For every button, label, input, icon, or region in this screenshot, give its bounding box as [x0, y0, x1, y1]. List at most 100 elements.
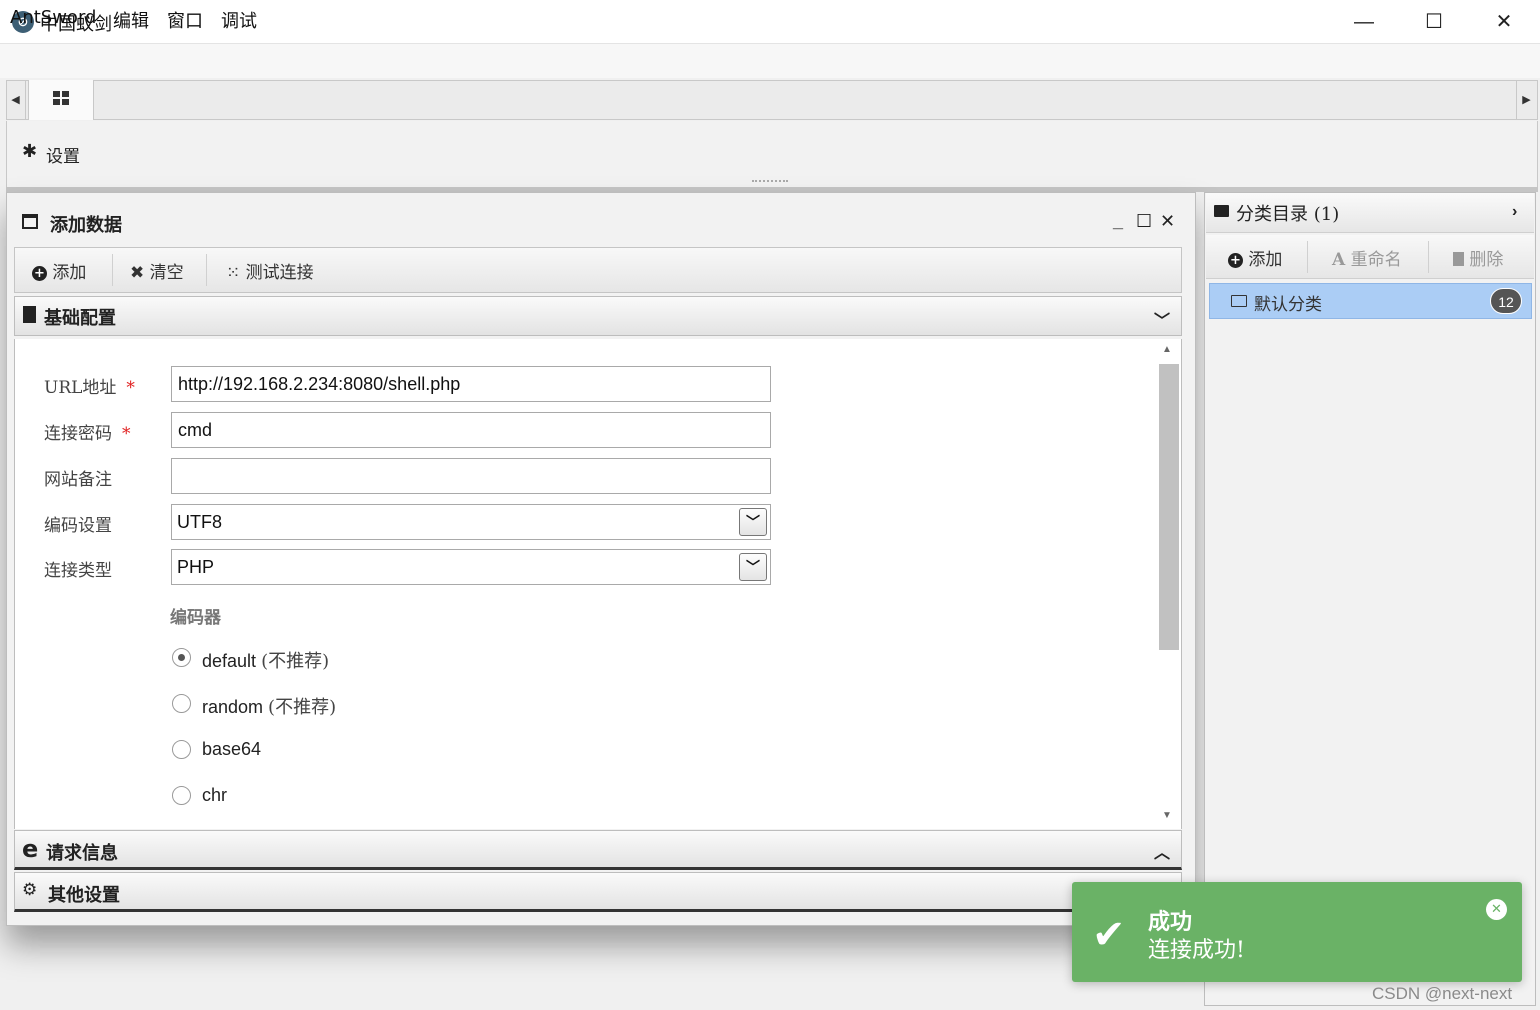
accordion-basic-title: 基础配置	[44, 308, 116, 329]
url-input[interactable]	[171, 366, 771, 402]
category-add-label: 添加	[1248, 250, 1283, 270]
panel-minimize-button[interactable]: _	[1113, 211, 1123, 232]
encoding-label: 编码设置	[44, 516, 112, 536]
folder-icon	[1214, 205, 1229, 217]
spinner-icon: ⁙	[226, 263, 241, 283]
encoder-radio-default[interactable]	[172, 648, 191, 667]
menu-antsword[interactable]: AntSword	[10, 7, 96, 28]
encoder-radio-chr[interactable]	[172, 786, 191, 805]
option-name: default	[202, 651, 257, 671]
scroll-up-icon[interactable]: ▲	[1162, 344, 1172, 355]
encoder-option-chr[interactable]: chr	[202, 785, 227, 806]
encoding-select[interactable]: UTF8 ﹀	[171, 504, 771, 540]
accordion-request-title: 请求信息	[46, 843, 118, 864]
toolbar-divider	[206, 254, 207, 286]
count-badge: 12	[1490, 288, 1522, 314]
gears-icon: ⚙	[22, 880, 38, 899]
password-input[interactable]	[171, 412, 771, 448]
panel-close-button[interactable]: ✕	[1160, 211, 1175, 232]
check-icon: ✔	[1092, 913, 1126, 957]
chevron-down-icon[interactable]: ﹀	[739, 508, 767, 536]
toolbar-divider	[1307, 241, 1308, 273]
gear-icon: ✱	[22, 141, 38, 161]
category-rename-label: 重命名	[1350, 250, 1402, 270]
panel-title: 添加数据	[50, 215, 122, 236]
encoding-select-value: UTF8	[177, 512, 222, 532]
encoder-radio-base64[interactable]	[172, 740, 191, 759]
category-item-label: 默认分类	[1254, 295, 1322, 315]
connection-type-label: 连接类型	[44, 561, 112, 581]
option-suffix: (不推荐)	[261, 651, 330, 672]
x-icon: ✖	[130, 263, 145, 283]
chevron-up-icon[interactable]: ︿	[1154, 839, 1170, 863]
panel-maximize-button[interactable]: ☐	[1136, 211, 1152, 232]
close-icon[interactable]: ✕	[1486, 899, 1507, 920]
note-input[interactable]	[171, 458, 771, 494]
connection-type-select[interactable]: PHP ﹀	[171, 549, 771, 585]
test-connection-button[interactable]: ⁙ 测试连接	[226, 258, 314, 283]
required-mark: *	[122, 424, 131, 444]
password-label: 连接密码 *	[44, 419, 131, 444]
settings-button[interactable]: 设置	[46, 142, 80, 167]
option-suffix: (不推荐)	[268, 697, 337, 718]
window-icon	[22, 214, 38, 229]
category-delete-button[interactable]: 删除	[1453, 245, 1503, 270]
connection-type-value: PHP	[177, 557, 215, 577]
chevron-right-icon[interactable]: ›	[1512, 203, 1517, 221]
add-button[interactable]: + 添加	[32, 258, 86, 283]
category-title: 分类目录 (1)	[1236, 204, 1340, 225]
encoder-option-default[interactable]: default (不推荐)	[202, 647, 329, 673]
category-add-button[interactable]: + 添加	[1228, 245, 1282, 270]
folder-open-icon	[1231, 295, 1247, 307]
ie-icon: e	[22, 835, 39, 863]
add-button-label: 添加	[52, 263, 87, 283]
toolbar-divider	[1428, 241, 1429, 273]
category-delete-label: 删除	[1469, 250, 1504, 270]
chevron-down-icon[interactable]: ﹀	[1154, 307, 1170, 331]
encoder-option-base64[interactable]: base64	[202, 739, 261, 760]
tab-strip	[6, 80, 1538, 120]
clear-button-label: 清空	[149, 263, 184, 283]
scrollbar-thumb[interactable]	[1159, 364, 1179, 650]
accordion-other-title: 其他设置	[48, 885, 120, 906]
add-data-toolbar	[14, 247, 1182, 293]
clear-button[interactable]: ✖ 清空	[130, 258, 184, 283]
test-connection-label: 测试连接	[245, 263, 314, 283]
url-label-text: URL地址	[44, 378, 117, 398]
toast-message: 连接成功!	[1148, 938, 1245, 963]
encoder-radio-random[interactable]	[172, 694, 191, 713]
trash-icon	[1453, 252, 1464, 266]
plus-circle-icon: +	[1228, 253, 1243, 268]
accordion-basic-config[interactable]	[14, 296, 1182, 336]
plus-circle-icon: +	[32, 266, 47, 281]
encoder-label: 编码器	[170, 608, 221, 628]
chevron-down-icon[interactable]: ﹀	[739, 553, 767, 581]
font-icon: A	[1332, 250, 1346, 270]
option-name: random	[202, 697, 264, 717]
tab-scroll-left-icon[interactable]: ◀	[6, 80, 26, 120]
menu-edit[interactable]: 编辑	[113, 7, 149, 33]
accordion-other-settings[interactable]	[14, 872, 1182, 912]
required-mark: *	[126, 378, 135, 398]
grid-icon	[53, 91, 69, 107]
scroll-down-icon[interactable]: ▼	[1162, 810, 1172, 821]
category-rename-button[interactable]: A 重命名	[1332, 245, 1402, 270]
tab-home[interactable]	[28, 80, 94, 120]
settings-bar	[6, 121, 1538, 187]
note-label: 网站备注	[44, 470, 112, 490]
password-label-text: 连接密码	[44, 424, 112, 444]
success-toast	[1072, 882, 1522, 982]
menu-bar	[0, 44, 1540, 78]
encoder-option-random[interactable]: random (不推荐)	[202, 693, 336, 719]
accordion-request-info[interactable]	[14, 830, 1182, 870]
document-icon	[23, 306, 36, 323]
menu-window[interactable]: 窗口	[167, 7, 203, 33]
watermark: CSDN @next-next	[1372, 984, 1513, 1003]
close-window-button[interactable]: ✕	[1470, 0, 1538, 44]
minimize-window-button[interactable]: —	[1330, 0, 1398, 44]
menu-debug[interactable]: 调试	[221, 7, 257, 33]
splitter-grip[interactable]	[752, 180, 788, 182]
tab-scroll-right-icon[interactable]: ▶	[1516, 80, 1536, 120]
url-label: URL地址 *	[44, 373, 135, 398]
maximize-window-button[interactable]: ☐	[1400, 0, 1468, 44]
